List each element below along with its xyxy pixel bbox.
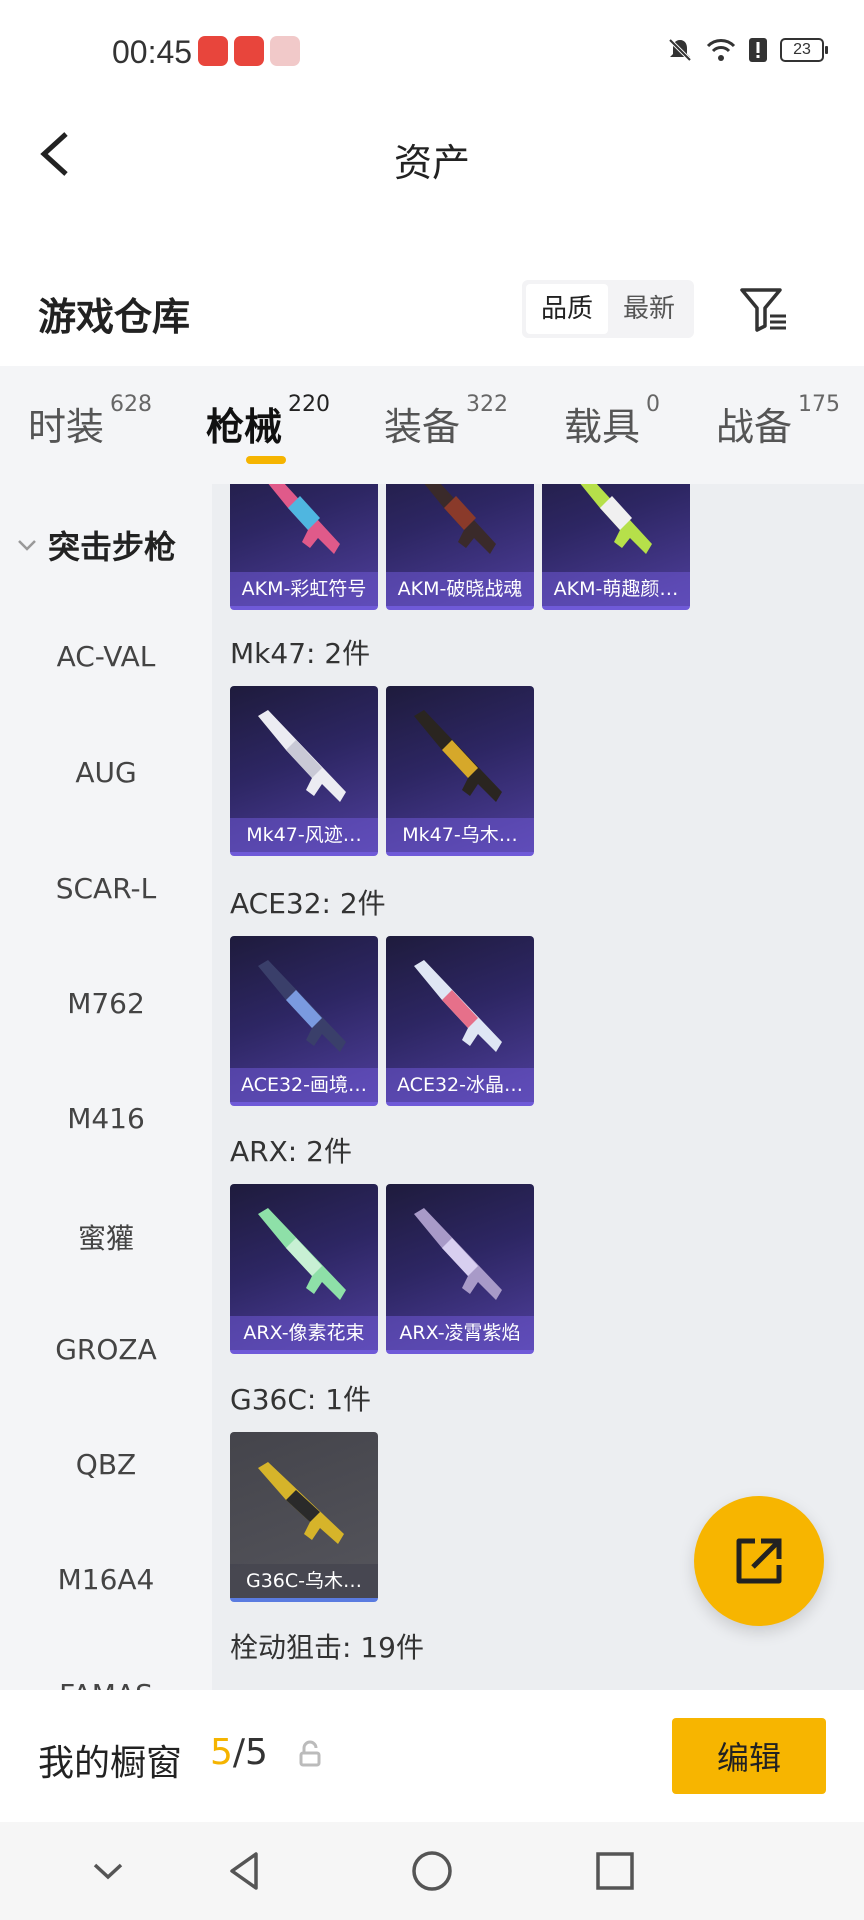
page-title: 资产 bbox=[393, 141, 470, 185]
app-notification-icon bbox=[234, 36, 264, 66]
skin-card[interactable]: ACE32-冰晶… bbox=[386, 936, 534, 1106]
tab-count: 220 bbox=[288, 392, 331, 417]
chevron-down-icon[interactable] bbox=[83, 1846, 133, 1896]
rifle-icon bbox=[258, 960, 346, 1052]
skin-card[interactable]: G36C-乌木… bbox=[230, 1432, 378, 1602]
nav-back-icon[interactable] bbox=[222, 1846, 272, 1896]
app-notification-icon bbox=[270, 36, 300, 66]
warehouse-title: 游戏仓库 bbox=[38, 295, 191, 339]
showcase-count: 5/5 bbox=[210, 1732, 268, 1773]
weapon-group-title: ACE32: 2件 bbox=[230, 887, 386, 920]
app-header: 资产 bbox=[0, 104, 864, 204]
skin-name: AKM-破晓战魂 bbox=[386, 572, 534, 606]
weapon-group-title: 栓动狙击: 19件 bbox=[230, 1631, 424, 1664]
nav-recents-icon[interactable] bbox=[590, 1846, 640, 1896]
tab-label: 载具 bbox=[564, 405, 641, 449]
skin-name: G36C-乌木… bbox=[230, 1564, 378, 1598]
category-tabs: 时装628 枪械220 装备322 载具0 战备175 bbox=[0, 366, 864, 484]
sidebar-item-ac-val[interactable]: AC-VAL bbox=[0, 640, 212, 673]
system-nav-bar bbox=[0, 1822, 864, 1920]
battery-indicator: 23 bbox=[780, 38, 828, 62]
weapon-group-title: ARX: 2件 bbox=[230, 1135, 352, 1168]
edit-button[interactable]: 编辑 bbox=[672, 1718, 826, 1794]
tab-count: 0 bbox=[646, 392, 661, 417]
showcase-bar: 我的橱窗 5/5 编辑 bbox=[0, 1690, 864, 1822]
rifle-icon bbox=[414, 960, 502, 1052]
rifle-icon bbox=[258, 710, 346, 802]
skin-card[interactable]: ARX-凌霄紫焰 bbox=[386, 1184, 534, 1354]
sidebar-item-m16a4[interactable]: M16A4 bbox=[0, 1563, 212, 1596]
nav-home-icon[interactable] bbox=[407, 1846, 457, 1896]
skin-name: ACE32-冰晶… bbox=[386, 1068, 534, 1102]
rifle-icon bbox=[414, 1208, 502, 1300]
showcase-current: 5 bbox=[210, 1732, 233, 1773]
skin-card[interactable]: Mk47-风迹… bbox=[230, 686, 378, 856]
tab-label: 时装 bbox=[28, 405, 105, 449]
status-time: 00:45 bbox=[112, 34, 193, 70]
sidebar-item-scar-l[interactable]: SCAR-L bbox=[0, 872, 212, 905]
skin-card[interactable]: AKM-萌趣颜… bbox=[542, 484, 690, 610]
skin-card[interactable]: AKM-彩虹符号 bbox=[230, 484, 378, 610]
sidebar-item-qbz[interactable]: QBZ bbox=[0, 1448, 212, 1481]
skin-card[interactable]: Mk47-乌木… bbox=[386, 686, 534, 856]
tab-vehicles[interactable]: 载具0 bbox=[564, 392, 660, 451]
lock-icon bbox=[299, 1740, 321, 1767]
skin-name: ARX-像素花束 bbox=[230, 1316, 378, 1350]
sort-quality[interactable]: 品质 bbox=[526, 284, 608, 334]
weapon-group-title: Mk47: 2件 bbox=[230, 637, 371, 670]
skin-name: ARX-凌霄紫焰 bbox=[386, 1316, 534, 1350]
sidebar-item-famas[interactable]: FAMAS bbox=[0, 1678, 212, 1690]
share-button[interactable] bbox=[694, 1496, 824, 1626]
skin-card[interactable]: ARX-像素花束 bbox=[230, 1184, 378, 1354]
tab-count: 175 bbox=[798, 392, 841, 417]
share-icon bbox=[736, 1538, 782, 1584]
chevron-down-icon bbox=[18, 540, 36, 551]
weapon-group-title: G36C: 1件 bbox=[230, 1383, 372, 1416]
mute-icon bbox=[668, 38, 692, 62]
filter-icon[interactable] bbox=[736, 282, 792, 338]
rifle-icon bbox=[258, 1208, 346, 1300]
sort-newest[interactable]: 最新 bbox=[608, 284, 690, 334]
showcase-total: 5 bbox=[245, 1732, 268, 1773]
skin-name: Mk47-风迹… bbox=[230, 818, 378, 852]
status-bar: 00:45 23 bbox=[0, 0, 864, 104]
tab-firearms[interactable]: 枪械220 bbox=[206, 392, 330, 451]
showcase-label: 我的橱窗 bbox=[38, 1743, 183, 1784]
tab-count: 628 bbox=[110, 392, 153, 417]
tab-count: 322 bbox=[466, 392, 509, 417]
tab-label: 装备 bbox=[384, 405, 461, 449]
rifle-icon bbox=[414, 710, 502, 802]
sidebar-item-honey-badger[interactable]: 蜜獾 bbox=[0, 1217, 212, 1257]
sidebar-category-label: 突击步枪 bbox=[48, 528, 177, 566]
weapon-type-sidebar: 突击步枪 AC-VAL AUG SCAR-L M762 M416 蜜獾 GROZ… bbox=[0, 484, 212, 1690]
rifle-icon bbox=[580, 484, 652, 554]
status-icons: 23 bbox=[666, 36, 828, 64]
skin-name: Mk47-乌木… bbox=[386, 818, 534, 852]
sidebar-item-groza[interactable]: GROZA bbox=[0, 1333, 212, 1366]
skin-name: AKM-彩虹符号 bbox=[230, 572, 378, 606]
sidebar-item-m416[interactable]: M416 bbox=[0, 1102, 212, 1135]
tab-equipment[interactable]: 装备322 bbox=[384, 392, 508, 451]
sort-toggle: 品质 最新 bbox=[522, 280, 694, 338]
rifle-icon bbox=[258, 1462, 344, 1544]
app-notification-icon bbox=[198, 36, 228, 66]
active-tab-indicator bbox=[246, 456, 286, 464]
tab-supplies[interactable]: 战备175 bbox=[716, 392, 840, 451]
sidebar-item-m762[interactable]: M762 bbox=[0, 987, 212, 1020]
rifle-icon bbox=[268, 484, 340, 554]
sidebar-item-aug[interactable]: AUG bbox=[0, 756, 212, 789]
tab-outfits[interactable]: 时装628 bbox=[28, 392, 152, 451]
skin-card[interactable]: AKM-破晓战魂 bbox=[386, 484, 534, 610]
tab-label: 枪械 bbox=[206, 405, 283, 449]
warehouse-header: 游戏仓库 品质 最新 bbox=[0, 270, 864, 352]
alert-icon bbox=[749, 38, 767, 62]
rifle-icon bbox=[424, 484, 496, 554]
skin-name: AKM-萌趣颜… bbox=[542, 572, 690, 606]
sidebar-category-assault-rifles[interactable]: 突击步枪 bbox=[16, 522, 176, 568]
showcase-separator: / bbox=[232, 1732, 246, 1773]
tab-label: 战备 bbox=[716, 405, 793, 449]
wifi-icon bbox=[706, 39, 736, 61]
skin-card[interactable]: ACE32-画境… bbox=[230, 936, 378, 1106]
skin-name: ACE32-画境… bbox=[230, 1068, 378, 1102]
